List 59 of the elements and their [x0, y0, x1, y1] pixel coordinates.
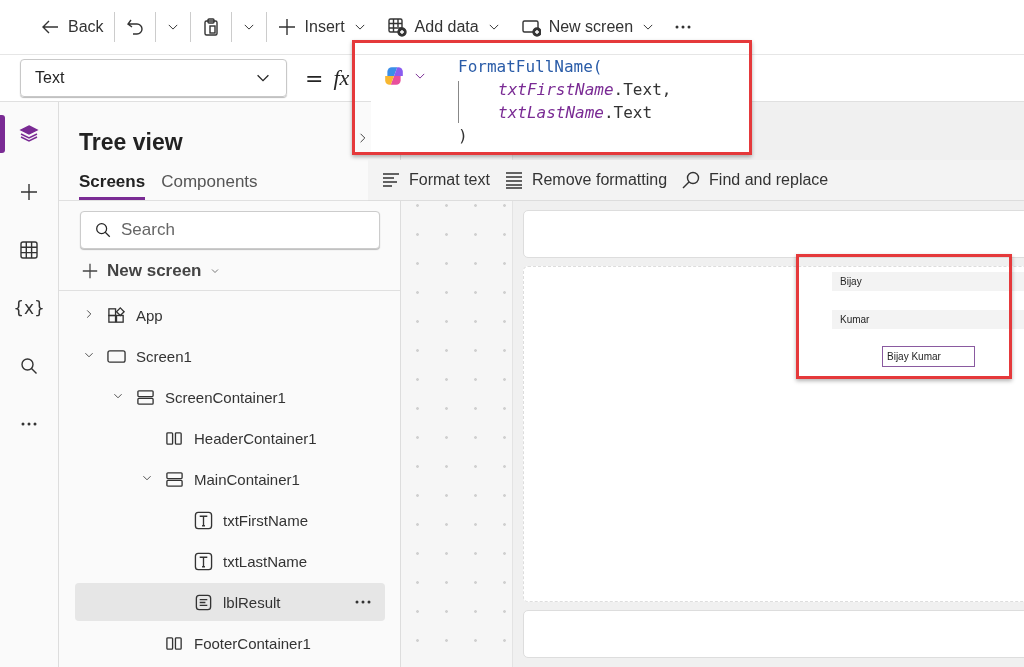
format-text-icon [381, 170, 401, 190]
code-line: txtLastName.Text [498, 102, 654, 124]
table-add-icon [386, 17, 407, 37]
chevron-down-icon [209, 266, 220, 276]
code-line: FormatFullName( [458, 56, 604, 78]
plus-icon [276, 17, 297, 37]
tree-item[interactable]: FooterContainer1 [75, 624, 385, 662]
code-line: txtFirstName.Text, [498, 79, 672, 101]
label-icon [194, 592, 213, 612]
tree-item[interactable]: HeaderContainer1 [75, 419, 385, 457]
selection-indicator [0, 115, 5, 153]
formula-editor[interactable]: FormatFullName( txtFirstName.Text, txtLastName.Text ) [371, 55, 749, 152]
search-icon [19, 356, 39, 376]
plus-icon [81, 262, 99, 280]
tree-item[interactable]: ScreenContainer1 [75, 378, 385, 416]
table-icon [19, 240, 39, 260]
tree-item[interactable]: txtLastName [75, 542, 385, 580]
tree-item[interactable]: Screen1 [75, 337, 385, 375]
tree-item[interactable]: MainContainer1 [75, 460, 385, 498]
undo-icon [124, 17, 145, 37]
toolbar-button[interactable]: Add data [376, 9, 511, 45]
toolbar-button[interactable]: Back [30, 9, 114, 45]
remove-formatting-icon [503, 170, 524, 190]
fx-label: fx [333, 65, 350, 91]
more-icon [355, 600, 371, 604]
find-icon [681, 170, 702, 190]
app-icon [107, 305, 126, 325]
tree-item[interactable]: App [75, 296, 385, 334]
screen-add-icon [520, 17, 541, 37]
text-input[interactable]: Kumar [832, 310, 1024, 329]
toolbar-button[interactable]: Format text [376, 170, 495, 190]
property-dropdown[interactable]: Text [20, 59, 287, 97]
text-input-icon [194, 510, 213, 530]
tree-item[interactable]: txtFirstName [75, 501, 385, 539]
tab[interactable]: Screens [79, 170, 146, 200]
toolbar-button[interactable]: Find and replace [676, 170, 834, 190]
more-icon [675, 25, 692, 29]
text-input-icon [194, 551, 213, 571]
search-icon [94, 221, 112, 239]
toolbar-button[interactable]: Insert [266, 9, 377, 45]
vertical-container-icon [136, 387, 155, 407]
text-input[interactable]: Bijay [832, 272, 1024, 291]
new-screen-button[interactable]: New screen [81, 257, 220, 285]
plus-icon [19, 182, 39, 202]
toolbar-button[interactable]: New screen [510, 9, 666, 45]
vertical-container-icon [165, 469, 184, 489]
indent-guide [458, 81, 459, 123]
equals-sign: = [305, 65, 324, 91]
result-label: Bijay Kumar [882, 346, 975, 367]
toolbar-button[interactable]: Remove formatting [498, 170, 673, 190]
tab[interactable]: Components [161, 170, 258, 200]
code-line: ) [458, 125, 469, 147]
more-icon [21, 422, 37, 426]
layers-icon [19, 124, 39, 144]
tree-item[interactable]: lblResult [75, 583, 385, 621]
rail-button[interactable]: {x} [9, 288, 49, 328]
search-field[interactable]: Search [80, 211, 380, 249]
panel-title: Tree view [79, 129, 183, 156]
copilot-icon [383, 65, 405, 87]
